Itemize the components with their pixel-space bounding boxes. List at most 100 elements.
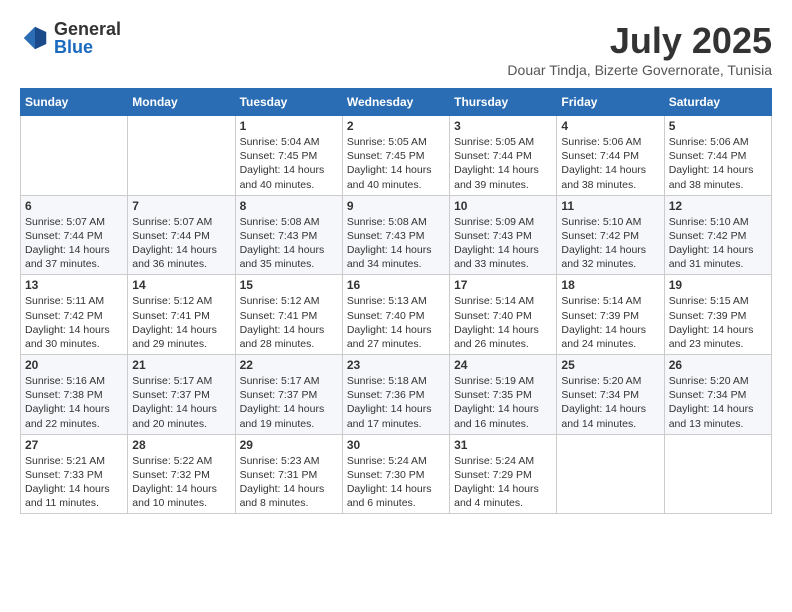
- day-info: Sunrise: 5:17 AMSunset: 7:37 PMDaylight:…: [240, 374, 338, 431]
- calendar-cell: [664, 434, 771, 514]
- day-number: 17: [454, 278, 552, 292]
- calendar-week-row: 27 Sunrise: 5:21 AMSunset: 7:33 PMDayligh…: [21, 434, 772, 514]
- calendar-cell: 10 Sunrise: 5:09 AMSunset: 7:43 PMDayligh…: [450, 195, 557, 275]
- day-number: 6: [25, 199, 123, 213]
- day-info: Sunrise: 5:23 AMSunset: 7:31 PMDaylight:…: [240, 454, 338, 511]
- day-number: 30: [347, 438, 445, 452]
- day-info: Sunrise: 5:12 AMSunset: 7:41 PMDaylight:…: [132, 294, 230, 351]
- day-number: 31: [454, 438, 552, 452]
- day-info: Sunrise: 5:21 AMSunset: 7:33 PMDaylight:…: [25, 454, 123, 511]
- day-info: Sunrise: 5:07 AMSunset: 7:44 PMDaylight:…: [132, 215, 230, 272]
- weekday-header-sunday: Sunday: [21, 89, 128, 116]
- calendar-cell: 8Sunrise: 5:08 AMSunset: 7:43 PMDaylight…: [235, 195, 342, 275]
- calendar-cell: 19Sunrise: 5:15 AMSunset: 7:39 PMDayligh…: [664, 275, 771, 355]
- day-number: 13: [25, 278, 123, 292]
- day-number: 2: [347, 119, 445, 133]
- calendar-cell: 14 Sunrise: 5:12 AMSunset: 7:41 PMDayligh…: [128, 275, 235, 355]
- day-number: 22: [240, 358, 338, 372]
- logo-general-text: General: [54, 20, 121, 38]
- day-info: Sunrise: 5:10 AMSunset: 7:42 PMDaylight:…: [669, 215, 767, 272]
- day-info: Sunrise: 5:20 AMSunset: 7:34 PMDaylight:…: [669, 374, 767, 431]
- day-info: Sunrise: 5:05 AMSunset: 7:44 PMDaylight:…: [454, 135, 552, 192]
- calendar-table: SundayMondayTuesdayWednesdayThursdayFrid…: [20, 88, 772, 514]
- weekday-header-saturday: Saturday: [664, 89, 771, 116]
- day-number: 14: [132, 278, 230, 292]
- day-info: Sunrise: 5:24 AMSunset: 7:29 PMDaylight:…: [454, 454, 552, 511]
- weekday-header-monday: Monday: [128, 89, 235, 116]
- day-info: Sunrise: 5:20 AMSunset: 7:34 PMDaylight:…: [561, 374, 659, 431]
- calendar-cell: 24 Sunrise: 5:19 AMSunset: 7:35 PMDayligh…: [450, 355, 557, 435]
- weekday-header-tuesday: Tuesday: [235, 89, 342, 116]
- day-info: Sunrise: 5:13 AMSunset: 7:40 PMDaylight:…: [347, 294, 445, 351]
- weekday-header-thursday: Thursday: [450, 89, 557, 116]
- calendar-cell: 30 Sunrise: 5:24 AMSunset: 7:30 PMDayligh…: [342, 434, 449, 514]
- day-number: 10: [454, 199, 552, 213]
- calendar-week-row: 13 Sunrise: 5:11 AMSunset: 7:42 PMDayligh…: [21, 275, 772, 355]
- calendar-cell: 18 Sunrise: 5:14 AMSunset: 7:39 PMDayligh…: [557, 275, 664, 355]
- day-number: 28: [132, 438, 230, 452]
- calendar-cell: 20 Sunrise: 5:16 AMSunset: 7:38 PMDayligh…: [21, 355, 128, 435]
- day-info: Sunrise: 5:06 AMSunset: 7:44 PMDaylight:…: [669, 135, 767, 192]
- calendar-cell: 5Sunrise: 5:06 AMSunset: 7:44 PMDaylight…: [664, 116, 771, 196]
- day-number: 23: [347, 358, 445, 372]
- calendar-cell: 13 Sunrise: 5:11 AMSunset: 7:42 PMDayligh…: [21, 275, 128, 355]
- calendar-cell: 2 Sunrise: 5:05 AMSunset: 7:45 PMDaylight…: [342, 116, 449, 196]
- day-info: Sunrise: 5:05 AMSunset: 7:45 PMDaylight:…: [347, 135, 445, 192]
- subtitle: Douar Tindja, Bizerte Governorate, Tunis…: [507, 62, 772, 78]
- day-info: Sunrise: 5:09 AMSunset: 7:43 PMDaylight:…: [454, 215, 552, 272]
- day-number: 20: [25, 358, 123, 372]
- day-number: 9: [347, 199, 445, 213]
- day-number: 18: [561, 278, 659, 292]
- calendar-cell: 11Sunrise: 5:10 AMSunset: 7:42 PMDayligh…: [557, 195, 664, 275]
- calendar-cell: 26 Sunrise: 5:20 AMSunset: 7:34 PMDayligh…: [664, 355, 771, 435]
- calendar-cell: [21, 116, 128, 196]
- calendar-cell: 25 Sunrise: 5:20 AMSunset: 7:34 PMDayligh…: [557, 355, 664, 435]
- day-number: 3: [454, 119, 552, 133]
- page-header: General Blue July 2025 Douar Tindja, Biz…: [20, 20, 772, 78]
- calendar-cell: 3 Sunrise: 5:05 AMSunset: 7:44 PMDaylight…: [450, 116, 557, 196]
- day-number: 27: [25, 438, 123, 452]
- calendar-cell: 12Sunrise: 5:10 AMSunset: 7:42 PMDayligh…: [664, 195, 771, 275]
- day-info: Sunrise: 5:19 AMSunset: 7:35 PMDaylight:…: [454, 374, 552, 431]
- day-number: 16: [347, 278, 445, 292]
- day-number: 25: [561, 358, 659, 372]
- logo-icon: [20, 23, 50, 53]
- day-info: Sunrise: 5:15 AMSunset: 7:39 PMDaylight:…: [669, 294, 767, 351]
- calendar-cell: 21Sunrise: 5:17 AMSunset: 7:37 PMDayligh…: [128, 355, 235, 435]
- calendar-cell: 7 Sunrise: 5:07 AMSunset: 7:44 PMDaylight…: [128, 195, 235, 275]
- weekday-header-wednesday: Wednesday: [342, 89, 449, 116]
- day-info: Sunrise: 5:24 AMSunset: 7:30 PMDaylight:…: [347, 454, 445, 511]
- day-info: Sunrise: 5:08 AMSunset: 7:43 PMDaylight:…: [347, 215, 445, 272]
- day-info: Sunrise: 5:14 AMSunset: 7:40 PMDaylight:…: [454, 294, 552, 351]
- day-info: Sunrise: 5:16 AMSunset: 7:38 PMDaylight:…: [25, 374, 123, 431]
- day-number: 11: [561, 199, 659, 213]
- day-number: 4: [561, 119, 659, 133]
- calendar-week-row: 1Sunrise: 5:04 AMSunset: 7:45 PMDaylight…: [21, 116, 772, 196]
- calendar-cell: 22 Sunrise: 5:17 AMSunset: 7:37 PMDayligh…: [235, 355, 342, 435]
- calendar-cell: 29 Sunrise: 5:23 AMSunset: 7:31 PMDayligh…: [235, 434, 342, 514]
- day-info: Sunrise: 5:07 AMSunset: 7:44 PMDaylight:…: [25, 215, 123, 272]
- calendar-cell: 9 Sunrise: 5:08 AMSunset: 7:43 PMDaylight…: [342, 195, 449, 275]
- calendar-week-row: 6 Sunrise: 5:07 AMSunset: 7:44 PMDaylight…: [21, 195, 772, 275]
- day-info: Sunrise: 5:14 AMSunset: 7:39 PMDaylight:…: [561, 294, 659, 351]
- calendar-cell: 1Sunrise: 5:04 AMSunset: 7:45 PMDaylight…: [235, 116, 342, 196]
- day-info: Sunrise: 5:11 AMSunset: 7:42 PMDaylight:…: [25, 294, 123, 351]
- calendar-cell: [128, 116, 235, 196]
- day-number: 15: [240, 278, 338, 292]
- month-title: July 2025: [507, 20, 772, 62]
- day-number: 26: [669, 358, 767, 372]
- day-number: 29: [240, 438, 338, 452]
- calendar-week-row: 20 Sunrise: 5:16 AMSunset: 7:38 PMDayligh…: [21, 355, 772, 435]
- logo: General Blue: [20, 20, 121, 56]
- calendar-cell: 17 Sunrise: 5:14 AMSunset: 7:40 PMDayligh…: [450, 275, 557, 355]
- day-info: Sunrise: 5:06 AMSunset: 7:44 PMDaylight:…: [561, 135, 659, 192]
- day-info: Sunrise: 5:04 AMSunset: 7:45 PMDaylight:…: [240, 135, 338, 192]
- day-number: 7: [132, 199, 230, 213]
- day-number: 24: [454, 358, 552, 372]
- calendar-cell: 27 Sunrise: 5:21 AMSunset: 7:33 PMDayligh…: [21, 434, 128, 514]
- calendar-cell: 16 Sunrise: 5:13 AMSunset: 7:40 PMDayligh…: [342, 275, 449, 355]
- calendar-cell: 28Sunrise: 5:22 AMSunset: 7:32 PMDayligh…: [128, 434, 235, 514]
- calendar-cell: 23Sunrise: 5:18 AMSunset: 7:36 PMDayligh…: [342, 355, 449, 435]
- calendar-cell: [557, 434, 664, 514]
- day-info: Sunrise: 5:12 AMSunset: 7:41 PMDaylight:…: [240, 294, 338, 351]
